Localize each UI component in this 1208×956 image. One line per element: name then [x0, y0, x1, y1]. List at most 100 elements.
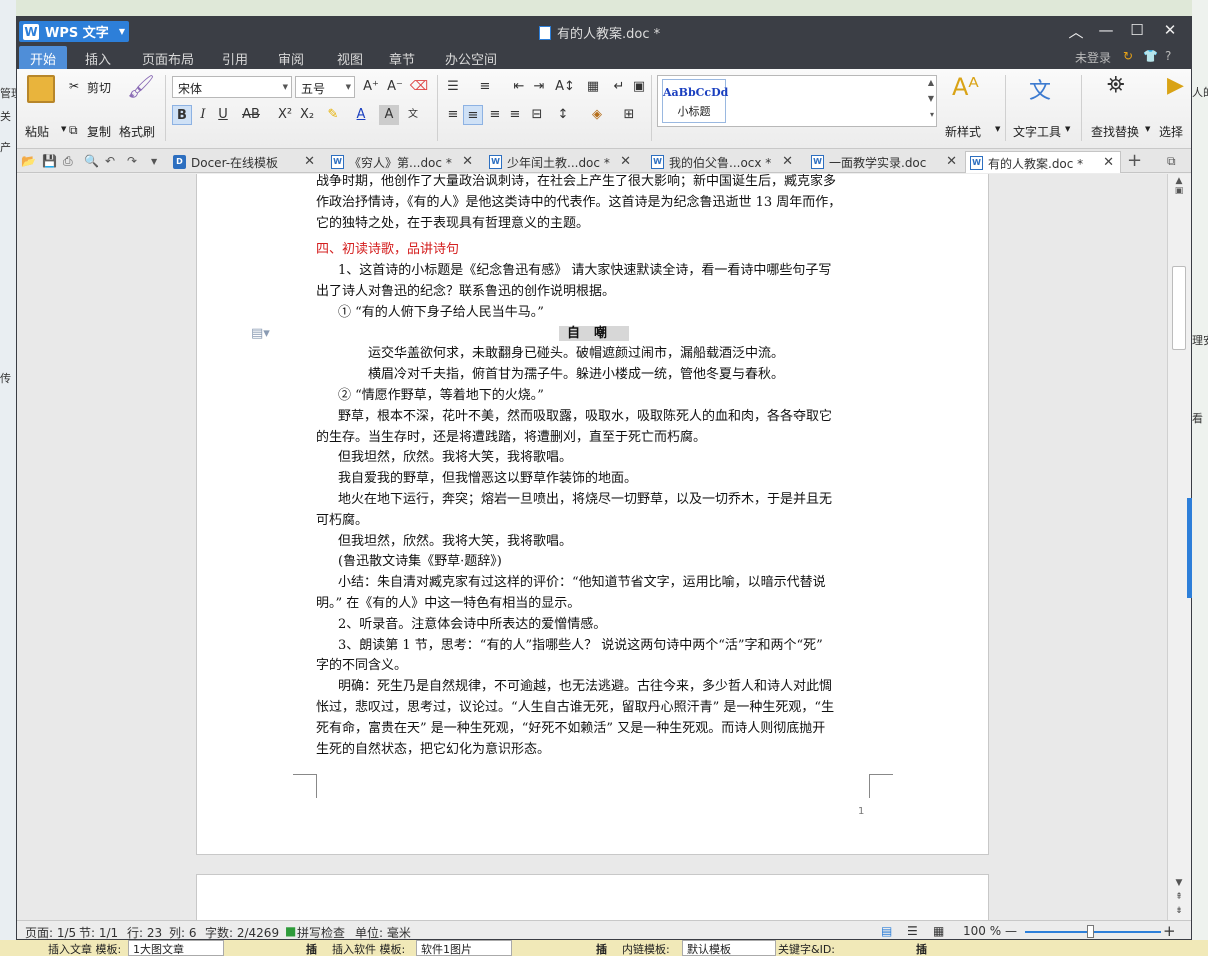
align-left-icon[interactable]: ≡: [443, 105, 463, 125]
close-icon[interactable]: ✕: [620, 154, 631, 169]
paste-button[interactable]: 粘贴: [25, 123, 49, 140]
undo-icon[interactable]: ↶: [105, 154, 115, 168]
bg-select[interactable]: 默认模板: [682, 940, 776, 956]
numbered-list-icon[interactable]: ≡: [475, 77, 495, 97]
redo-icon[interactable]: ↷: [127, 154, 137, 168]
bg-select[interactable]: 1大图文章: [128, 940, 224, 956]
scroll-up-icon[interactable]: ▲: [1172, 176, 1186, 186]
skin-icon[interactable]: 👕: [1143, 49, 1158, 63]
new-style-button[interactable]: 新样式: [945, 123, 981, 140]
previous-page-icon[interactable]: ⇞: [1172, 892, 1186, 902]
bold-icon[interactable]: B: [172, 105, 192, 125]
superscript-icon[interactable]: X²: [275, 105, 295, 125]
bg-select[interactable]: 软件1图片: [416, 940, 512, 956]
scroll-down-icon[interactable]: ▼: [1172, 878, 1186, 888]
print-icon[interactable]: ⎙: [63, 154, 73, 169]
tab-document[interactable]: W 少年闰土教...doc * ✕: [485, 151, 637, 173]
find-replace-button[interactable]: 查找替换: [1091, 123, 1139, 140]
scroll-to-top-icon[interactable]: ▣: [1172, 186, 1186, 196]
align-center-icon[interactable]: ≡: [463, 105, 483, 125]
close-icon[interactable]: ✕: [1103, 155, 1114, 170]
help-button[interactable]: ?: [1165, 49, 1171, 63]
scissors-icon[interactable]: ✂: [69, 79, 79, 93]
shrink-font-icon[interactable]: A⁻: [385, 77, 405, 97]
chevron-down-icon[interactable]: ▼: [995, 125, 1000, 133]
scroll-up-icon[interactable]: ▲: [928, 78, 934, 87]
decrease-indent-icon[interactable]: ⇤: [509, 77, 529, 97]
font-color-icon[interactable]: A: [351, 105, 371, 125]
paragraph-layout-icon[interactable]: ▤▾: [251, 326, 270, 341]
close-button[interactable]: ✕: [1157, 21, 1183, 39]
shading-icon[interactable]: ◈: [587, 105, 607, 125]
chevron-down-icon[interactable]: ▼: [61, 125, 66, 133]
spell-check-icon[interactable]: ■: [285, 924, 296, 938]
close-icon[interactable]: ✕: [782, 154, 793, 169]
tab-view[interactable]: 视图: [337, 49, 363, 68]
web-view-icon[interactable]: ▦: [933, 924, 944, 938]
tab-page-layout[interactable]: 页面布局: [142, 49, 194, 68]
chevron-down-icon[interactable]: ▼: [1145, 125, 1150, 133]
copy-icon[interactable]: ⧉: [69, 123, 78, 138]
tab-docer[interactable]: D Docer-在线模板 ✕: [169, 151, 321, 173]
close-icon[interactable]: ✕: [946, 154, 957, 169]
new-style-icon[interactable]: Aᴬ: [952, 73, 979, 101]
bg-insert-button[interactable]: 插: [306, 941, 317, 956]
close-icon[interactable]: ✕: [304, 154, 315, 169]
text-tools-icon[interactable]: 文: [1029, 73, 1051, 105]
text-tools-button[interactable]: 文字工具: [1013, 123, 1061, 140]
tab-list-icon[interactable]: ⧉: [1167, 154, 1176, 169]
increase-indent-icon[interactable]: ⇥: [529, 77, 549, 97]
tab-document-active[interactable]: W 有的人教案.doc * ✕: [965, 151, 1121, 173]
close-icon[interactable]: ✕: [462, 154, 473, 169]
zoom-in-icon[interactable]: +: [1163, 922, 1176, 939]
bullet-list-icon[interactable]: ☰: [443, 77, 463, 97]
document-page[interactable]: 战争时期，他创作了大量政治讽刺诗，在社会上产生了很大影响；新中国诞生后，臧克家多…: [196, 174, 989, 855]
borders-icon[interactable]: ⊞: [619, 105, 639, 125]
tab-office-space[interactable]: 办公空间: [445, 49, 497, 68]
table-icon[interactable]: ▦: [583, 77, 603, 97]
tab-review[interactable]: 审阅: [278, 49, 304, 68]
side-panel-toggle[interactable]: [1187, 498, 1192, 598]
highlight-icon[interactable]: ✎: [323, 105, 343, 125]
customize-chevron-icon[interactable]: ▼: [151, 157, 157, 166]
zoom-out-icon[interactable]: —: [1005, 924, 1017, 938]
tab-insert[interactable]: 插入: [85, 49, 111, 68]
tab-document[interactable]: W 《穷人》第...doc * ✕: [327, 151, 479, 173]
bg-insert-button[interactable]: 插: [916, 941, 927, 956]
new-tab-icon[interactable]: +: [1127, 150, 1142, 171]
spell-check-toggle[interactable]: 拼写检查: [297, 924, 345, 939]
distributed-icon[interactable]: ⊟: [527, 105, 547, 125]
bg-insert-button[interactable]: 插: [596, 941, 607, 956]
paragraph-mark-icon[interactable]: ↵: [609, 77, 629, 97]
grow-font-icon[interactable]: A⁺: [361, 77, 381, 97]
clear-format-icon[interactable]: ⌫: [409, 77, 429, 97]
paste-icon[interactable]: [27, 75, 55, 103]
login-link[interactable]: 未登录: [1075, 49, 1111, 66]
outline-view-icon[interactable]: ☰: [907, 924, 918, 938]
page-indicator[interactable]: 页面: 1/5: [25, 924, 76, 939]
next-page[interactable]: [196, 874, 989, 920]
page-content[interactable]: 战争时期，他创作了大量政治讽刺诗，在社会上产生了很大影响；新中国诞生后，臧克家多…: [316, 174, 872, 760]
cut-button[interactable]: 剪切: [87, 79, 111, 96]
char-shading-icon[interactable]: A: [379, 105, 399, 125]
save-icon[interactable]: 💾: [42, 154, 57, 168]
italic-icon[interactable]: I: [193, 105, 213, 125]
line-spacing-icon[interactable]: ↕: [553, 105, 573, 125]
scroll-down-icon[interactable]: ▼: [928, 94, 934, 103]
sync-icon[interactable]: ↻: [1123, 49, 1133, 63]
underline-icon[interactable]: U: [213, 105, 233, 125]
document-area[interactable]: 战争时期，他创作了大量政治讽刺诗，在社会上产生了很大影响；新中国诞生后，臧克家多…: [17, 174, 1167, 920]
subscript-icon[interactable]: X₂: [297, 105, 317, 125]
tab-document[interactable]: W 我的伯父鲁...ocx * ✕: [647, 151, 799, 173]
copy-button[interactable]: 复制: [87, 123, 111, 140]
text-box-icon[interactable]: ▣: [629, 77, 649, 97]
select-icon[interactable]: ▶: [1167, 73, 1184, 98]
collapse-ribbon-icon[interactable]: ︿: [1063, 21, 1089, 42]
maximize-button[interactable]: ☐: [1124, 21, 1150, 39]
select-button[interactable]: 选择: [1159, 123, 1183, 140]
text-direction-icon[interactable]: A↕: [555, 77, 575, 97]
binoculars-icon[interactable]: ⛯: [1107, 73, 1125, 98]
phonetic-guide-icon[interactable]: 文: [403, 105, 423, 125]
print-preview-icon[interactable]: 🔍: [84, 154, 99, 168]
zoom-level[interactable]: 100 %: [963, 924, 1001, 938]
